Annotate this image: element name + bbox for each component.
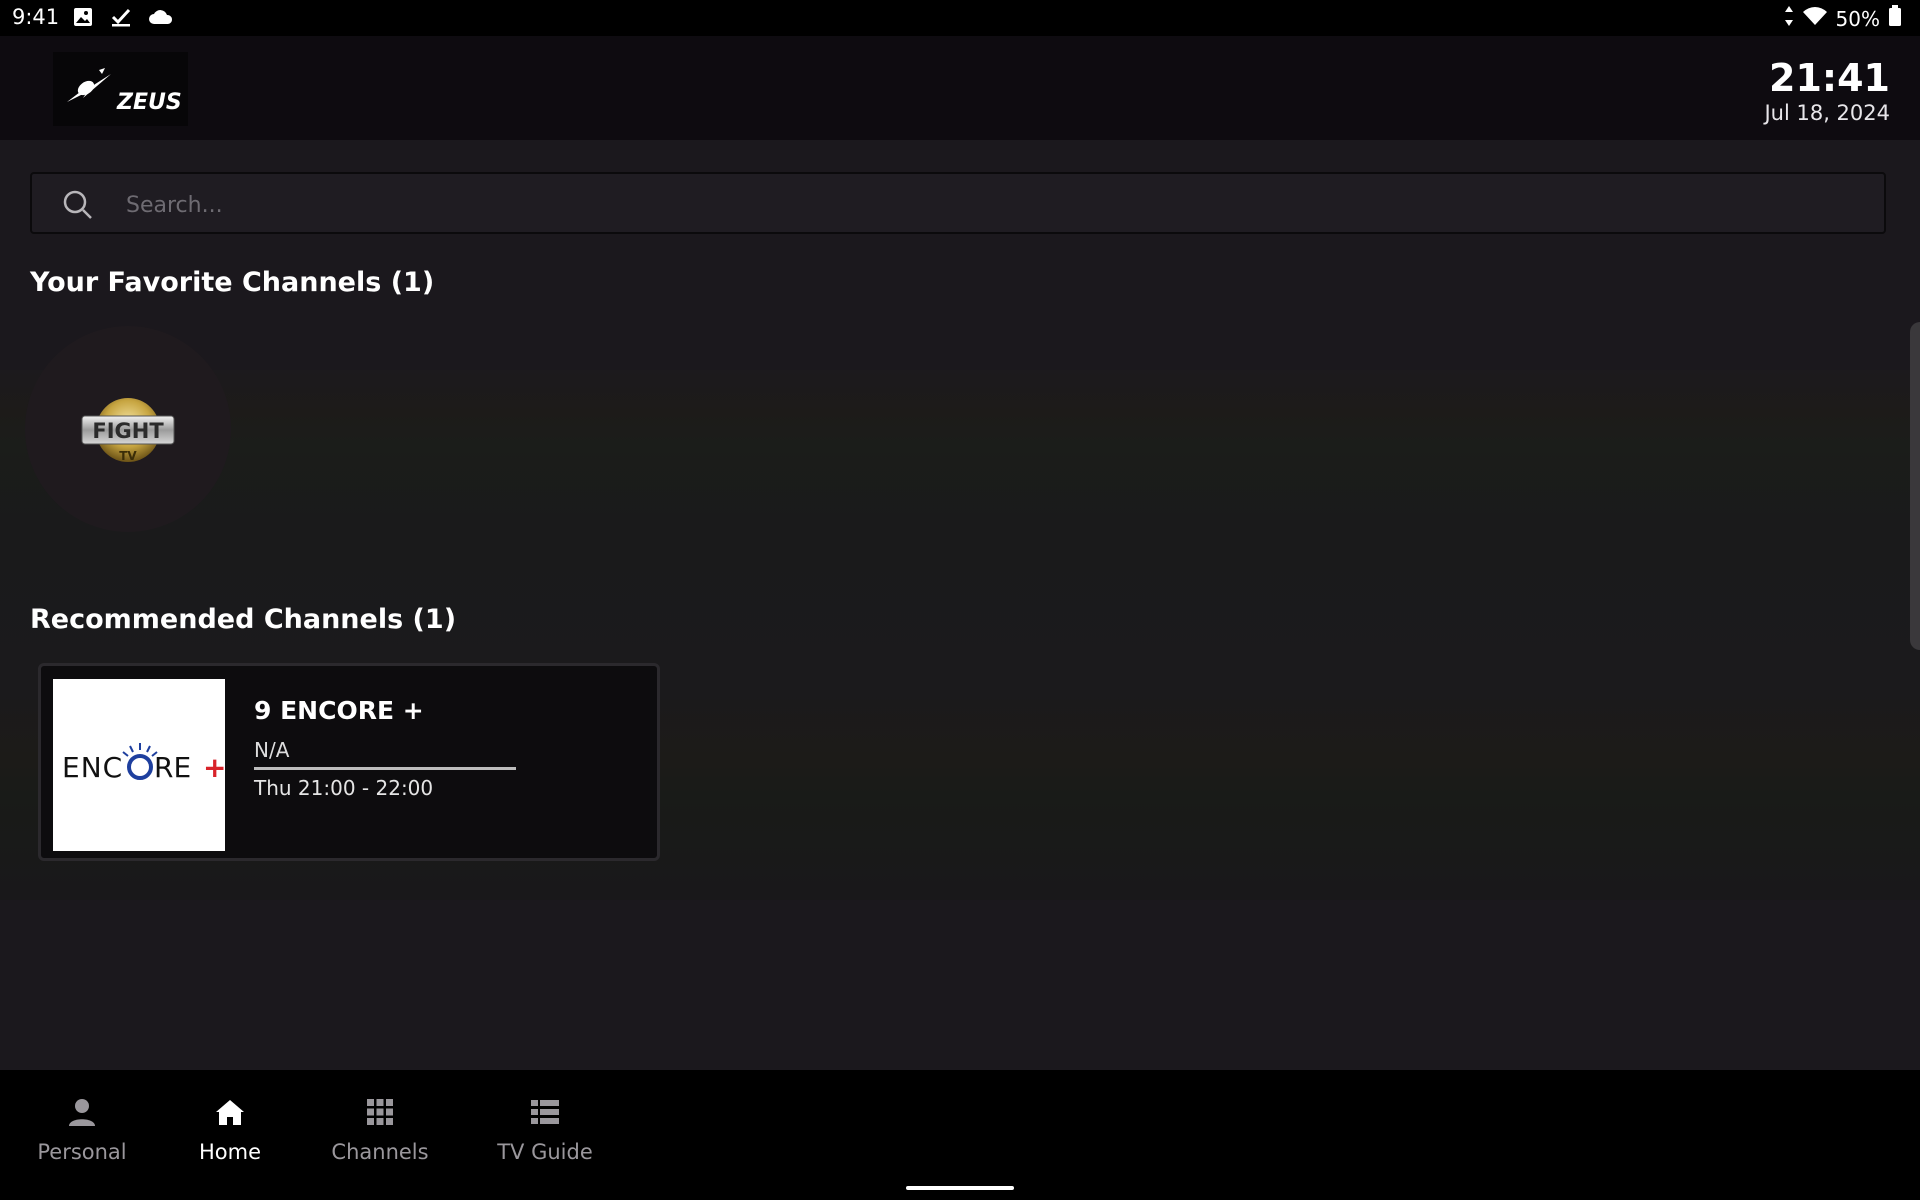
nav-tv-guide-label: TV Guide bbox=[497, 1140, 593, 1164]
recommended-title: Recommended Channels (1) bbox=[30, 604, 457, 635]
status-notification-icons bbox=[72, 6, 174, 30]
svg-text:ENC: ENC bbox=[62, 751, 123, 784]
status-bar: 9:41 50% bbox=[0, 0, 1920, 36]
clock-time: 21:41 bbox=[1769, 56, 1890, 100]
fight-logo-sub: TV bbox=[119, 449, 137, 463]
nav-tv-guide[interactable]: TV Guide bbox=[495, 1096, 595, 1164]
nav-home-label: Home bbox=[198, 1140, 261, 1164]
app-header: ZEUS 21:41 Jul 18, 2024 bbox=[0, 36, 1920, 140]
edge-panel-handle[interactable] bbox=[1910, 322, 1920, 650]
fight-logo-text: FIGHT bbox=[92, 419, 164, 443]
svg-text:+: + bbox=[203, 751, 225, 784]
status-right-icons: 50% bbox=[1784, 5, 1902, 32]
search-input[interactable] bbox=[124, 184, 1828, 226]
home-gesture-indicator[interactable] bbox=[906, 1186, 1014, 1190]
nav-personal[interactable]: Personal bbox=[37, 1096, 127, 1164]
home-icon bbox=[216, 1100, 244, 1125]
nav-home[interactable]: Home bbox=[190, 1096, 270, 1164]
battery-percent: 50% bbox=[1835, 6, 1880, 31]
nav-channels-label: Channels bbox=[331, 1140, 429, 1164]
search-bar[interactable] bbox=[30, 172, 1886, 234]
data-arrows-icon bbox=[1784, 5, 1794, 32]
grid-icon bbox=[367, 1099, 393, 1125]
checkmark-download-icon bbox=[110, 6, 136, 30]
encore-logo: ENC RE + bbox=[62, 743, 225, 784]
battery-icon bbox=[1888, 5, 1902, 32]
bottom-navigation: Personal Home Channels TV Guide bbox=[0, 1070, 1920, 1200]
clock: 21:41 Jul 18, 2024 bbox=[1764, 56, 1890, 126]
program-title: N/A bbox=[254, 738, 290, 762]
nav-channels[interactable]: Channels bbox=[330, 1096, 430, 1164]
status-time: 9:41 bbox=[12, 5, 60, 29]
svg-text:RE: RE bbox=[154, 751, 191, 784]
zeus-logo[interactable]: ZEUS bbox=[53, 52, 188, 126]
list-icon bbox=[531, 1100, 559, 1124]
cloud-icon bbox=[148, 6, 174, 30]
logo-text: ZEUS bbox=[116, 90, 182, 115]
person-icon bbox=[69, 1099, 95, 1126]
fight-tv-logo: FIGHT TV bbox=[81, 398, 175, 463]
program-schedule: Thu 21:00 - 22:00 bbox=[254, 776, 434, 800]
nav-personal-label: Personal bbox=[37, 1140, 127, 1164]
image-icon bbox=[72, 6, 98, 30]
program-progress-bar bbox=[254, 767, 516, 770]
recommended-channel-card[interactable]: ENC RE + 9 ENCORE + N/A Thu 21:00 - 22:0… bbox=[38, 663, 660, 861]
favorites-title: Your Favorite Channels (1) bbox=[30, 267, 435, 298]
clock-date: Jul 18, 2024 bbox=[1764, 101, 1890, 125]
wifi-icon bbox=[1802, 5, 1828, 32]
channel-name: 9 ENCORE + bbox=[254, 696, 424, 725]
channel-thumbnail: ENC RE + bbox=[53, 679, 225, 851]
search-icon bbox=[63, 190, 92, 219]
